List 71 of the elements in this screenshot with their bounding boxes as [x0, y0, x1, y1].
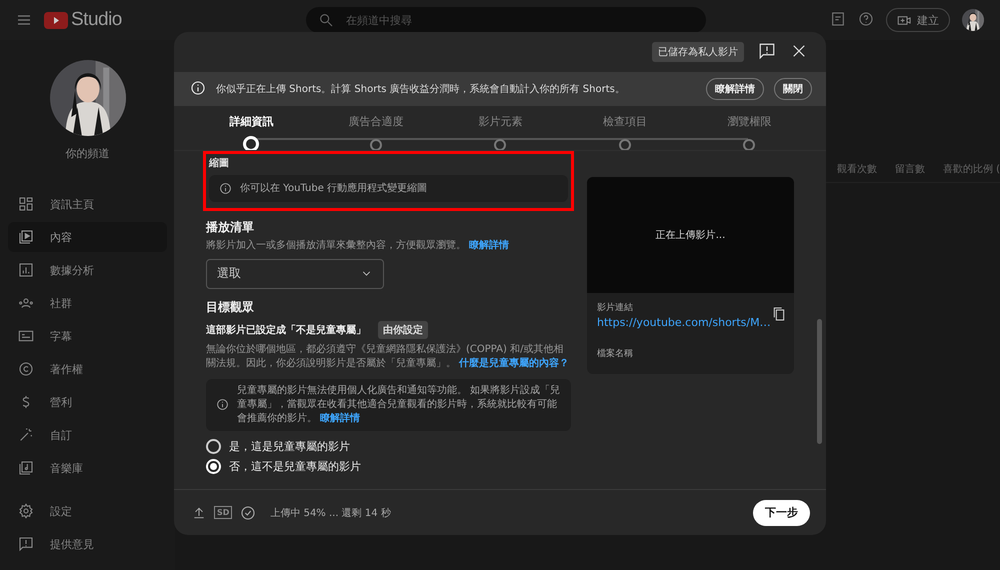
- playlist-dropdown[interactable]: 選取: [206, 258, 384, 288]
- next-button[interactable]: 下一步: [753, 500, 810, 526]
- channel-label: 你的頻道: [66, 146, 110, 161]
- check-circle-icon: [240, 504, 256, 520]
- upload-status: 上傳中 54% ... 還剩 14 秒: [270, 506, 392, 520]
- scrollbar[interactable]: [817, 319, 822, 444]
- banner-text: 你似乎正在上傳 Shorts。計算 Shorts 廣告收益分潤時，系統會自動計入你的所有 Shorts。: [216, 82, 626, 96]
- info-icon: [190, 80, 206, 96]
- step-tab[interactable]: 檢查項目: [562, 106, 687, 153]
- radio-button[interactable]: [206, 438, 221, 454]
- create-button[interactable]: 建立: [886, 8, 950, 32]
- radio-option[interactable]: 否，這不是兒童專屬的影片: [206, 458, 571, 474]
- play-logo-icon[interactable]: [44, 12, 68, 28]
- help-icon: [858, 10, 874, 26]
- subtitles-icon: [18, 328, 34, 344]
- banner-button[interactable]: 關閉: [774, 78, 812, 100]
- music-library-icon: [18, 460, 34, 476]
- settings-icon: [18, 503, 34, 519]
- sidebar-item[interactable]: 數據分析: [8, 255, 167, 285]
- column-header: 喜歡的比例 (: [942, 162, 1000, 176]
- video-preview: 正在上傳影片...: [587, 177, 794, 293]
- sidebar-item[interactable]: 營利: [8, 387, 167, 417]
- step-tab[interactable]: 瀏覽權限: [687, 106, 812, 153]
- sidebar-item[interactable]: 自訂: [8, 420, 167, 450]
- audience-setting: 這部影片已設定成「不是兒童專屬」: [206, 323, 366, 336]
- banner-button[interactable]: 瞭解詳情: [706, 78, 764, 100]
- sd-badge: SD: [214, 506, 232, 519]
- sidebar-item[interactable]: 音樂庫: [8, 453, 167, 483]
- sidebar-item[interactable]: 著作權: [8, 354, 167, 384]
- section-title: 縮圖: [209, 156, 230, 170]
- column-header: 觀看次數: [836, 162, 877, 176]
- column-header: 留言數: [894, 162, 925, 176]
- radio-option[interactable]: 是，這是兒童專屬的影片: [206, 438, 571, 454]
- info-icon: [219, 182, 232, 195]
- sidebar-item[interactable]: 提供意見: [8, 529, 167, 559]
- sidebar-item[interactable]: 資訊主頁: [8, 189, 167, 219]
- field-label: 檔案名稱: [597, 347, 634, 360]
- section-description: 將影片加入一或多個播放清單來彙整內容，方便觀眾瀏覽。 瞭解詳情: [206, 239, 510, 253]
- step-tab[interactable]: 影片元素: [438, 106, 562, 153]
- search-field[interactable]: 在頻道中搜尋: [344, 12, 694, 28]
- sidebar-item[interactable]: 社群: [8, 288, 167, 318]
- sidebar-item[interactable]: 字幕: [8, 321, 167, 351]
- magic-wand-icon: [18, 427, 34, 443]
- copyright-icon: [18, 361, 34, 377]
- info-icon: [216, 398, 229, 411]
- upload-icon: [192, 506, 206, 520]
- info-text: 兒童專屬的影片無法使用個人化廣告和通知等功能。 如果將影片設成「兒童專屬」，當觀眾在收看其他適合兒童觀看的影片時，系統就比較有可能會推薦你的影片。 瞭解詳情: [237, 384, 561, 426]
- sidebar-item[interactable]: 內容: [8, 222, 167, 252]
- step-tab[interactable]: 廣告合適度: [314, 106, 438, 153]
- help-link[interactable]: 什麼是兒童專屬的內容？: [459, 358, 570, 369]
- video-link[interactable]: https://youtube.com/shorts/M…: [597, 316, 771, 329]
- learn-more-link[interactable]: 瞭解詳情: [320, 412, 360, 424]
- feedback-icon: [758, 42, 776, 60]
- saved-badge: 已儲存為私人影片: [652, 42, 744, 62]
- info-text: 你可以在 YouTube 行動應用程式變更縮圖: [240, 182, 428, 196]
- set-by-you-badge: 由你設定: [378, 320, 428, 338]
- sidebar-item[interactable]: 設定: [8, 496, 167, 526]
- dashboard-icon: [18, 196, 34, 212]
- field-label: 影片連結: [597, 302, 634, 314]
- search-bar[interactable]: 在頻道中搜尋: [306, 7, 706, 33]
- section-title: 目標觀眾: [206, 298, 255, 316]
- logo-text: Studio: [71, 9, 122, 31]
- search-icon: [318, 12, 334, 28]
- learn-more-link[interactable]: 瞭解詳情: [469, 240, 510, 251]
- analytics-icon: [18, 262, 34, 278]
- captions-icon: [830, 10, 846, 26]
- section-title: 播放清單: [206, 219, 255, 236]
- step-tab[interactable]: 詳細資訊: [189, 106, 314, 153]
- video-library-icon: [18, 229, 34, 245]
- section-description: 無論你位於哪個地區，都必須遵守《兒童網路隱私保護法》(COPPA) 和/或其他相關法規。因此，你必須說明影片是否屬於「兒童專屬」。 什麼是兒童專屬的內容？: [206, 342, 570, 371]
- feedback-icon: [18, 536, 34, 552]
